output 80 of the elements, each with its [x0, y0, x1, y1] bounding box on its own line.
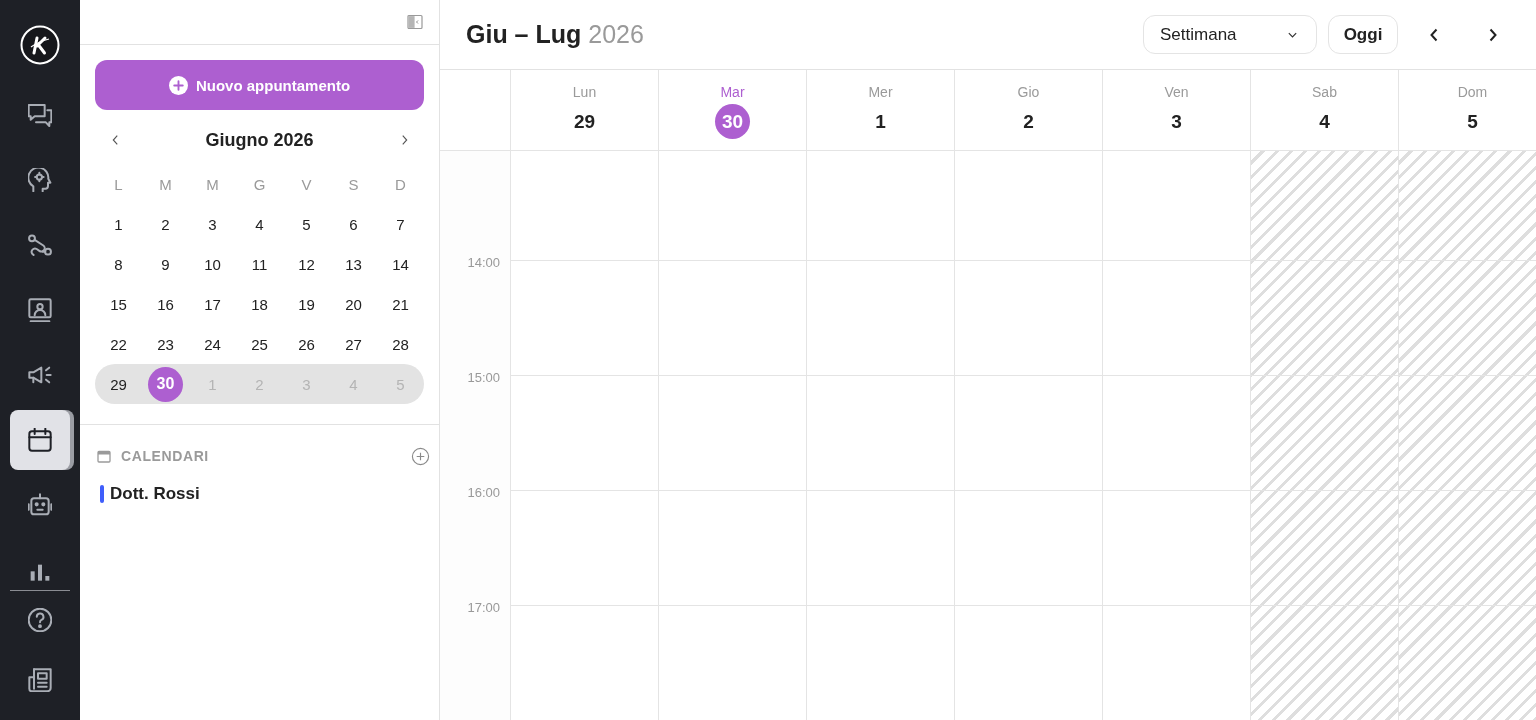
- calendar-day[interactable]: 18: [242, 286, 277, 322]
- day-number[interactable]: 29: [567, 104, 602, 139]
- calendar-day[interactable]: 20: [336, 286, 371, 322]
- month-title: Giugno 2026: [205, 129, 314, 151]
- calendar-day[interactable]: 27: [336, 326, 371, 362]
- calendar-day[interactable]: 9: [148, 246, 183, 282]
- weekday-label: Sab: [1312, 84, 1337, 100]
- day-number[interactable]: 1: [863, 104, 898, 139]
- calendar-day[interactable]: 23: [148, 326, 183, 362]
- day-number[interactable]: 5: [1455, 104, 1490, 139]
- section-title: CALENDARI: [121, 448, 210, 464]
- calendar-day[interactable]: 21: [383, 286, 418, 322]
- plus-icon: [168, 75, 188, 95]
- calendar-icon: [28, 428, 52, 452]
- calendar-list-item[interactable]: Dott. Rossi: [96, 483, 200, 505]
- calendar-day[interactable]: 13: [336, 246, 371, 282]
- calendar-day[interactable]: 3: [195, 206, 230, 242]
- calendar-day[interactable]: 24: [195, 326, 230, 362]
- weekday-label: S: [348, 175, 359, 193]
- logo-icon[interactable]: [20, 25, 60, 65]
- calendar-day[interactable]: 17: [195, 286, 230, 322]
- calendar-day[interactable]: 26: [289, 326, 324, 362]
- calendar-day[interactable]: 11: [242, 246, 277, 282]
- plus-icon[interactable]: [411, 446, 430, 466]
- weekday-label: Ven: [1164, 84, 1189, 100]
- calendar-day[interactable]: 16: [148, 286, 183, 322]
- calendar-day[interactable]: 6: [336, 206, 371, 242]
- view-select[interactable]: Settimana: [1143, 15, 1317, 54]
- calendar-day[interactable]: 1: [101, 206, 136, 242]
- chevron-right-icon: [1488, 26, 1498, 43]
- chevron-left-icon: [1429, 26, 1439, 43]
- calendar-day[interactable]: 2: [148, 206, 183, 242]
- calendar-day[interactable]: 30: [148, 366, 183, 402]
- day-number[interactable]: 3: [1159, 104, 1194, 139]
- weekday-label: Mer: [868, 84, 893, 100]
- chevron-left-icon: [110, 133, 120, 147]
- time-label: 17:00: [467, 600, 500, 616]
- day-number[interactable]: 4: [1307, 104, 1342, 139]
- head-gear-icon: [28, 168, 52, 192]
- day-number[interactable]: 30: [715, 104, 750, 139]
- weekday-label: M: [159, 175, 172, 193]
- calendar-day[interactable]: 4: [242, 206, 277, 242]
- chevron-down-icon: [1287, 30, 1298, 39]
- time-label: 16:00: [467, 485, 500, 501]
- weekday-label: Mar: [720, 84, 745, 100]
- route-icon: [28, 233, 52, 257]
- weekday-label: M: [206, 175, 219, 193]
- date-range-title: Giu – Lug: [466, 20, 582, 49]
- calendar-icon: [97, 449, 111, 463]
- chat-bubbles-icon: [28, 103, 52, 127]
- sidebar-toggle-icon[interactable]: [407, 14, 423, 30]
- time-label: 14:00: [467, 255, 500, 271]
- day-number[interactable]: 2: [1011, 104, 1046, 139]
- weekday-label: Lun: [572, 84, 597, 100]
- weekday-label: Gio: [1017, 84, 1040, 100]
- weekday-label: Dom: [1457, 84, 1488, 100]
- calendar-day[interactable]: 10: [195, 246, 230, 282]
- calendar-day[interactable]: 7: [383, 206, 418, 242]
- calendar-day[interactable]: 19: [289, 286, 324, 322]
- weekday-label: L: [114, 175, 123, 193]
- year-label: 2026: [588, 20, 644, 49]
- calendar-day[interactable]: 8: [101, 246, 136, 282]
- robot-icon: [28, 493, 52, 517]
- calendar-day[interactable]: 28: [383, 326, 418, 362]
- weekday-label: V: [301, 175, 312, 193]
- calendar-day[interactable]: 22: [101, 326, 136, 362]
- newspaper-icon: [28, 668, 52, 692]
- new-appointment-button[interactable]: Nuovo appuntamento: [95, 60, 424, 110]
- help-icon: [28, 608, 52, 632]
- calendar-day[interactable]: 5: [289, 206, 324, 242]
- weekday-label: G: [253, 175, 266, 193]
- calendar-day[interactable]: 15: [101, 286, 136, 322]
- time-label: 15:00: [467, 370, 500, 386]
- calendar-day[interactable]: 14: [383, 246, 418, 282]
- calendar-day[interactable]: 12: [289, 246, 324, 282]
- calendar-day[interactable]: 25: [242, 326, 277, 362]
- calendar-day[interactable]: 29: [101, 366, 136, 402]
- weekday-label: D: [395, 175, 406, 193]
- contact-card-icon: [28, 298, 52, 322]
- today-button[interactable]: Oggi: [1328, 15, 1398, 54]
